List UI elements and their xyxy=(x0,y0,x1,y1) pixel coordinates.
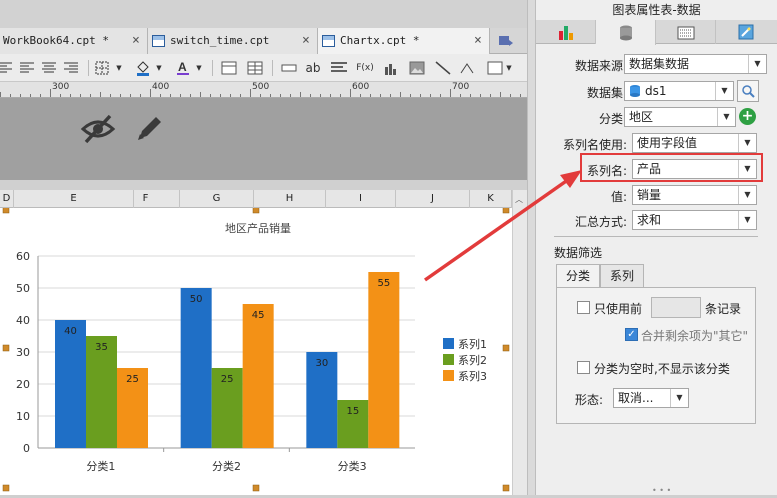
annotation-arrow xyxy=(423,170,582,282)
